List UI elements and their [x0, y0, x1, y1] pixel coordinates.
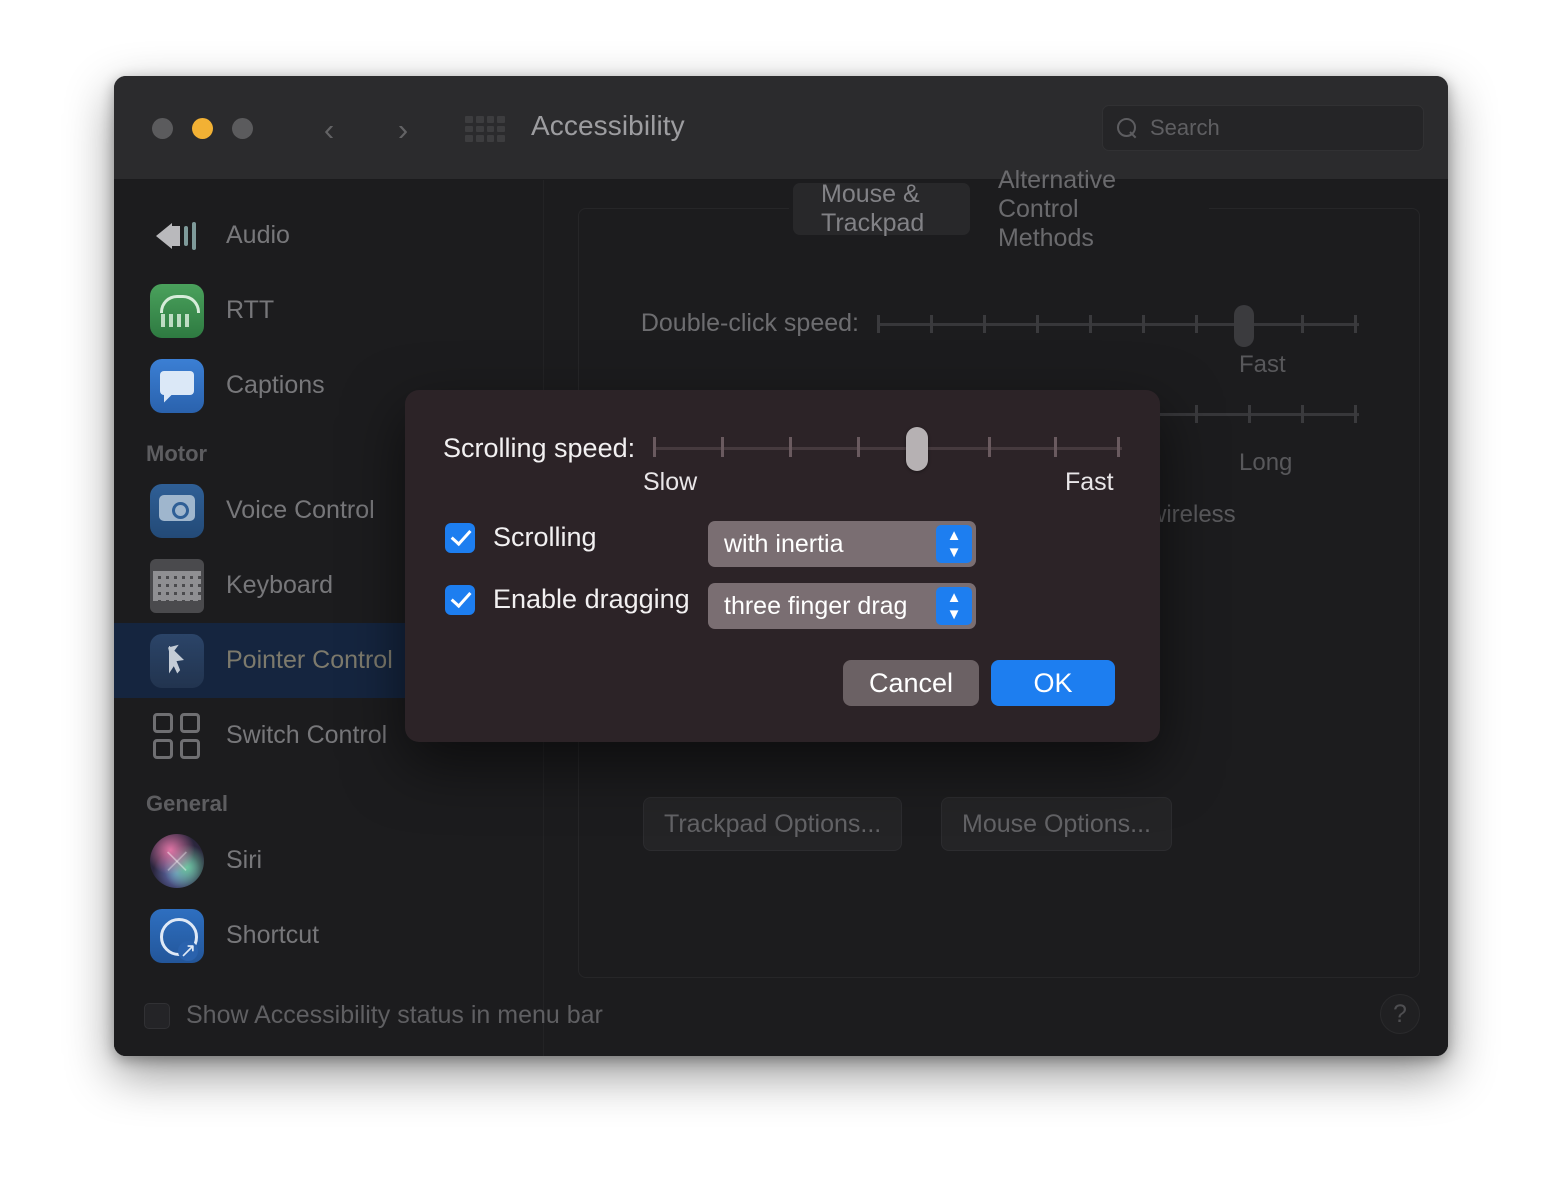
back-chevron-icon[interactable]: ‹ [312, 112, 346, 146]
audio-icon [150, 209, 204, 263]
cancel-button[interactable]: Cancel [843, 660, 980, 706]
show-accessibility-status-label: Show Accessibility status in menu bar [186, 1001, 603, 1029]
help-button[interactable]: ? [1380, 994, 1420, 1034]
sidebar-item-label: Siri [226, 846, 263, 874]
show-accessibility-status-checkbox-row[interactable]: Show Accessibility status in menu bar [144, 1001, 603, 1030]
sidebar-item-shortcut[interactable]: Shortcut [114, 898, 543, 973]
tab-bar: Mouse & Trackpad Alternative Control Met… [789, 166, 1209, 252]
apps-grid-icon[interactable] [464, 112, 506, 146]
sidebar-item-label: Captions [226, 371, 325, 399]
minimize-button-icon[interactable] [192, 118, 213, 139]
sidebar-item-label: Pointer Control [226, 646, 393, 674]
double-click-speed-slider[interactable] [877, 304, 1359, 347]
sidebar-item-label: Audio [226, 221, 290, 249]
zoom-button-icon[interactable] [232, 118, 253, 139]
sidebar-item-label: RTT [226, 296, 275, 324]
screen: ‹ › Accessibility Search Audio RTT Capti… [0, 0, 1560, 1204]
enable-dragging-checkbox-label: Enable dragging [493, 584, 690, 614]
sidebar-section-header-general: General [146, 791, 228, 816]
pointer-control-icon [150, 633, 204, 688]
window-titlebar: ‹ › Accessibility Search [114, 76, 1448, 180]
ignore-trackpad-text: wireless [1149, 501, 1236, 528]
dragging-style-popup[interactable]: three finger drag ▲ ▼ [708, 583, 976, 629]
tab-alternative-control-methods[interactable]: Alternative Control Methods [970, 166, 1205, 252]
scrolling-speed-label: Scrolling speed: [443, 432, 636, 463]
dragging-style-value: three finger drag [724, 591, 908, 620]
captions-icon [150, 358, 204, 413]
search-field[interactable]: Search [1102, 105, 1424, 151]
double-click-speed-row: Double-click speed: [599, 304, 1359, 347]
switch-control-icon [150, 709, 204, 763]
forward-chevron-icon[interactable]: › [386, 112, 420, 146]
traffic-light-group [152, 118, 253, 139]
scrolling-speed-fast-label: Fast [1065, 468, 1114, 496]
sidebar-item-label: Switch Control [226, 721, 388, 749]
enable-dragging-option-row: Enable dragging [445, 584, 690, 615]
rtt-icon [150, 283, 204, 338]
scrolling-speed-slider[interactable] [653, 427, 1122, 471]
search-placeholder: Search [1150, 115, 1220, 140]
ok-button[interactable]: OK [991, 660, 1115, 706]
sidebar-item-siri[interactable]: Siri [114, 823, 543, 898]
shortcut-icon [150, 908, 204, 963]
double-click-fast-label: Fast [1239, 351, 1286, 378]
scrolling-style-popup[interactable]: with inertia ▲ ▼ [708, 521, 976, 567]
sidebar-item-label: Shortcut [226, 921, 320, 949]
page-title: Accessibility [531, 110, 685, 141]
scrolling-checkbox[interactable] [445, 522, 475, 553]
keyboard-icon [150, 558, 204, 613]
scrolling-checkbox-label: Scrolling [493, 522, 597, 552]
search-icon [1117, 117, 1138, 139]
enable-dragging-checkbox[interactable] [445, 584, 475, 615]
show-accessibility-status-checkbox[interactable] [144, 1002, 170, 1029]
double-click-speed-label: Double-click speed: [640, 309, 859, 337]
voice-control-icon [150, 483, 204, 538]
trackpad-options-button[interactable]: Trackpad Options... [643, 797, 903, 851]
chevron-updown-icon[interactable]: ▲ ▼ [936, 525, 972, 563]
scrolling-style-value: with inertia [724, 529, 844, 558]
scrolling-speed-slow-label: Slow [643, 468, 698, 496]
scrolling-speed-row: Scrolling speed: [443, 427, 1122, 471]
sidebar-item-audio[interactable]: Audio [114, 198, 543, 273]
scrolling-option-row: Scrolling [445, 522, 597, 553]
siri-icon [150, 833, 204, 888]
spring-delay-long-label: Long [1239, 449, 1293, 476]
sidebar-item-label: Voice Control [226, 496, 375, 524]
scrolling-speed-slider-thumb[interactable] [906, 427, 929, 471]
trackpad-options-dialog: Scrolling speed: Slow Fast Scrolling wit… [405, 390, 1160, 742]
sidebar-item-rtt[interactable]: RTT [114, 273, 543, 348]
sidebar-item-label: Keyboard [226, 571, 334, 599]
chevron-updown-icon[interactable]: ▲ ▼ [936, 587, 972, 625]
tab-mouse-trackpad[interactable]: Mouse & Trackpad [793, 180, 970, 237]
close-button-icon[interactable] [152, 118, 173, 139]
mouse-options-button[interactable]: Mouse Options... [941, 797, 1172, 851]
